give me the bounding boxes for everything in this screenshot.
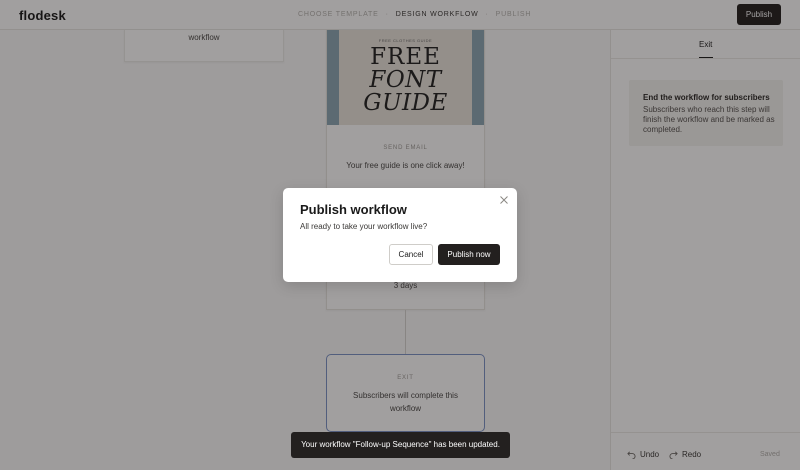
cancel-button[interactable]: Cancel	[389, 244, 433, 265]
close-icon[interactable]	[499, 195, 509, 205]
publish-workflow-dialog: Publish workflow All ready to take your …	[283, 188, 517, 282]
toast-notification: Your workflow "Follow-up Sequence" has b…	[291, 432, 510, 458]
dialog-title: Publish workflow	[300, 202, 407, 217]
publish-now-button[interactable]: Publish now	[438, 244, 500, 265]
dialog-message: All ready to take your workflow live?	[300, 222, 428, 231]
